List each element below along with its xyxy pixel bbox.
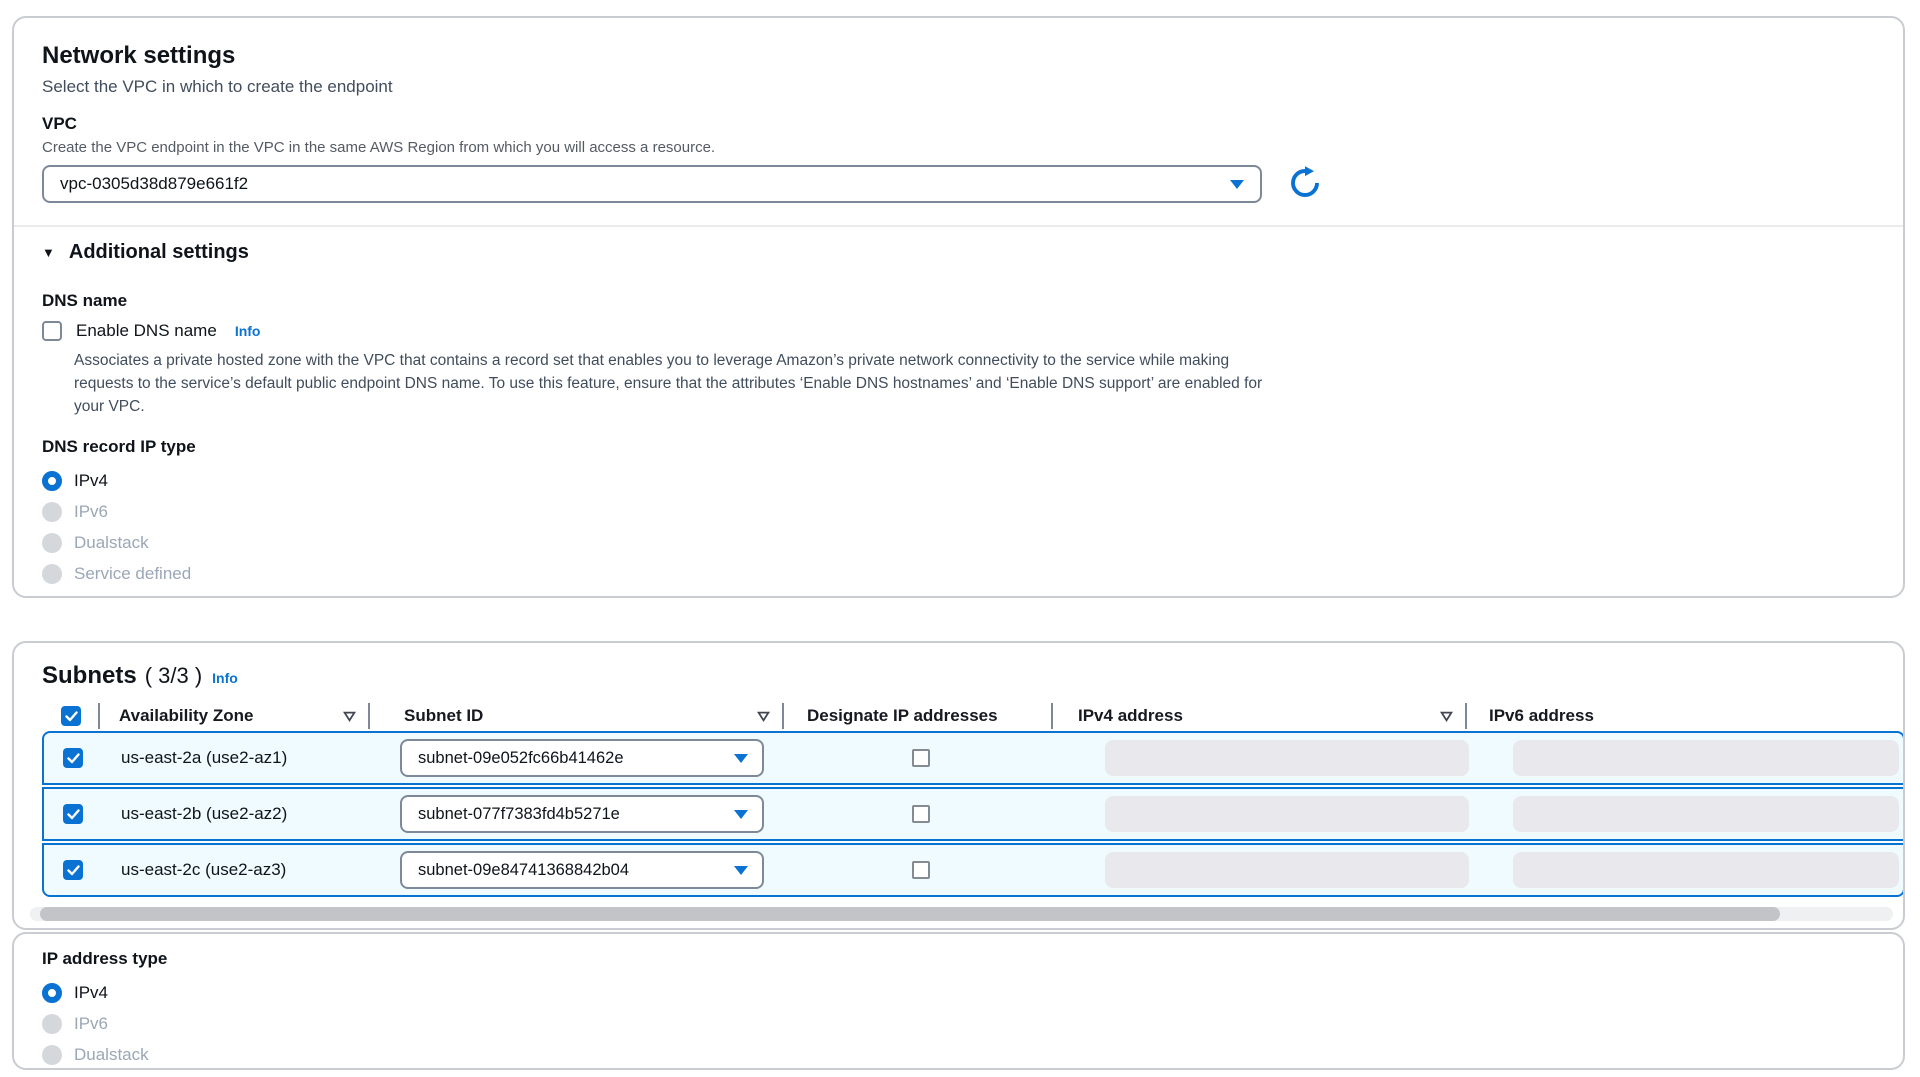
radio-disabled-icon — [42, 502, 62, 522]
horizontal-scrollbar-thumb[interactable] — [40, 907, 1780, 921]
radio-option-dualstack: Dualstack — [42, 527, 1875, 558]
chevron-down-icon — [1230, 180, 1244, 189]
vpc-select-row: vpc-0305d38d879e661f2 — [42, 165, 1875, 203]
designate-ip-checkbox[interactable] — [912, 749, 930, 767]
vpc-select[interactable]: vpc-0305d38d879e661f2 — [42, 165, 1262, 203]
ipv6-address-field — [1513, 852, 1899, 888]
radio-checked-icon[interactable] — [42, 471, 62, 491]
row-checkbox[interactable] — [63, 804, 83, 824]
subnets-info-link[interactable]: Info — [212, 670, 238, 686]
column-header-availability-zone[interactable]: Availability Zone — [100, 701, 370, 731]
subnet-id-value: subnet-09e052fc66b41462e — [418, 749, 624, 768]
radio-label: Dualstack — [74, 1045, 149, 1065]
subnet-id-select[interactable]: subnet-077f7383fd4b5271e — [400, 795, 764, 833]
designate-ip-checkbox[interactable] — [912, 805, 930, 823]
column-header-ipv6-address[interactable]: IPv6 address — [1467, 701, 1875, 731]
table-row[interactable]: us-east-2b (use2-az2) subnet-077f7383fd4… — [42, 787, 1905, 841]
column-header-ipv4-address[interactable]: IPv4 address — [1053, 701, 1467, 731]
row-checkbox[interactable] — [63, 860, 83, 880]
sort-icon — [757, 711, 770, 722]
network-settings-title: Network settings — [42, 42, 1875, 70]
radio-disabled-icon — [42, 533, 62, 553]
radio-label: IPv4 — [74, 471, 108, 491]
radio-label: IPv6 — [74, 502, 108, 522]
subnets-count: ( 3/3 ) — [145, 663, 202, 689]
table-row[interactable]: us-east-2c (use2-az3) subnet-09e84741368… — [42, 843, 1905, 897]
vpc-endpoint-network-settings-page: Network settings Select the VPC in which… — [0, 0, 1920, 1077]
select-all-checkbox[interactable] — [61, 706, 81, 726]
subnets-title: Subnets — [42, 663, 137, 689]
vpc-description: Create the VPC endpoint in the VPC in th… — [42, 138, 1875, 157]
column-header-designate-ip[interactable]: Designate IP addresses — [784, 701, 1053, 731]
network-settings-subtitle: Select the VPC in which to create the en… — [42, 76, 1875, 97]
row-checkbox[interactable] — [63, 748, 83, 768]
ipv6-address-field — [1513, 740, 1899, 776]
subnets-table-header: Availability Zone Subnet ID Designate IP… — [42, 701, 1875, 731]
horizontal-scrollbar-track — [30, 907, 1893, 921]
dns-name-description: Associates a private hosted zone with th… — [74, 349, 1264, 418]
radio-label: Dualstack — [74, 533, 149, 553]
triangle-down-icon: ▼ — [42, 245, 55, 260]
column-header-subnet-id[interactable]: Subnet ID — [370, 701, 784, 731]
dns-record-ip-type-label: DNS record IP type — [42, 436, 1875, 457]
select-all-cell — [42, 701, 100, 731]
enable-dns-name-checkbox[interactable] — [42, 321, 62, 341]
radio-option-ipv4: IPv4 — [42, 465, 1875, 496]
refresh-icon — [1287, 165, 1323, 204]
vpc-select-value: vpc-0305d38d879e661f2 — [60, 174, 248, 194]
radio-label: IPv4 — [74, 983, 108, 1003]
radio-label: IPv6 — [74, 1014, 108, 1034]
section-divider — [12, 225, 1905, 227]
radio-option-ipv6: IPv6 — [42, 1008, 1875, 1039]
radio-disabled-icon — [42, 1014, 62, 1034]
table-row[interactable]: us-east-2a (use2-az1) subnet-09e052fc66b… — [42, 731, 1905, 785]
radio-option-dualstack: Dualstack — [42, 1039, 1875, 1070]
enable-dns-name-label: Enable DNS name — [76, 321, 217, 341]
subnet-id-value: subnet-09e84741368842b04 — [418, 861, 629, 880]
subnets-card: Subnets ( 3/3 ) Info Availability Zone S… — [12, 641, 1905, 930]
sort-icon — [1440, 711, 1453, 722]
availability-zone-cell: us-east-2b (use2-az2) — [102, 789, 372, 839]
subnets-title-row: Subnets ( 3/3 ) Info — [42, 663, 1875, 689]
ip-address-type-label: IP address type — [42, 948, 1875, 969]
chevron-down-icon — [734, 866, 748, 875]
sort-icon — [343, 711, 356, 722]
vpc-label: VPC — [42, 113, 1875, 134]
radio-option-ipv4: IPv4 — [42, 977, 1875, 1008]
chevron-down-icon — [734, 810, 748, 819]
dns-name-label: DNS name — [42, 290, 1875, 311]
chevron-down-icon — [734, 754, 748, 763]
ipv4-address-field — [1105, 852, 1469, 888]
ipv4-address-field — [1105, 740, 1469, 776]
refresh-button[interactable] — [1286, 165, 1324, 203]
radio-option-service-defined: Service defined — [42, 558, 1875, 589]
subnets-table-body: us-east-2a (use2-az1) subnet-09e052fc66b… — [42, 731, 1905, 897]
radio-label: Service defined — [74, 564, 191, 584]
availability-zone-cell: us-east-2a (use2-az1) — [102, 733, 372, 783]
additional-settings-title: Additional settings — [69, 241, 249, 264]
dns-name-info-link[interactable]: Info — [235, 323, 261, 339]
additional-settings-toggle[interactable]: ▼ Additional settings — [42, 241, 1875, 264]
radio-disabled-icon — [42, 1045, 62, 1065]
ipv6-address-field — [1513, 796, 1899, 832]
ip-address-type-group: IPv4 IPv6 Dualstack — [42, 977, 1875, 1070]
ipv4-address-field — [1105, 796, 1469, 832]
subnet-id-select[interactable]: subnet-09e84741368842b04 — [400, 851, 764, 889]
ip-address-type-card: IP address type IPv4 IPv6 Dualstack — [12, 932, 1905, 1070]
radio-checked-icon[interactable] — [42, 983, 62, 1003]
subnet-id-select[interactable]: subnet-09e052fc66b41462e — [400, 739, 764, 777]
availability-zone-cell: us-east-2c (use2-az3) — [102, 845, 372, 895]
radio-disabled-icon — [42, 564, 62, 584]
designate-ip-checkbox[interactable] — [912, 861, 930, 879]
enable-dns-name-row: Enable DNS name Info — [42, 321, 1875, 341]
subnet-id-value: subnet-077f7383fd4b5271e — [418, 805, 620, 824]
network-settings-card: Network settings Select the VPC in which… — [12, 16, 1905, 598]
radio-option-ipv6: IPv6 — [42, 496, 1875, 527]
dns-record-ip-type-group: IPv4 IPv6 Dualstack Service defined — [42, 465, 1875, 589]
